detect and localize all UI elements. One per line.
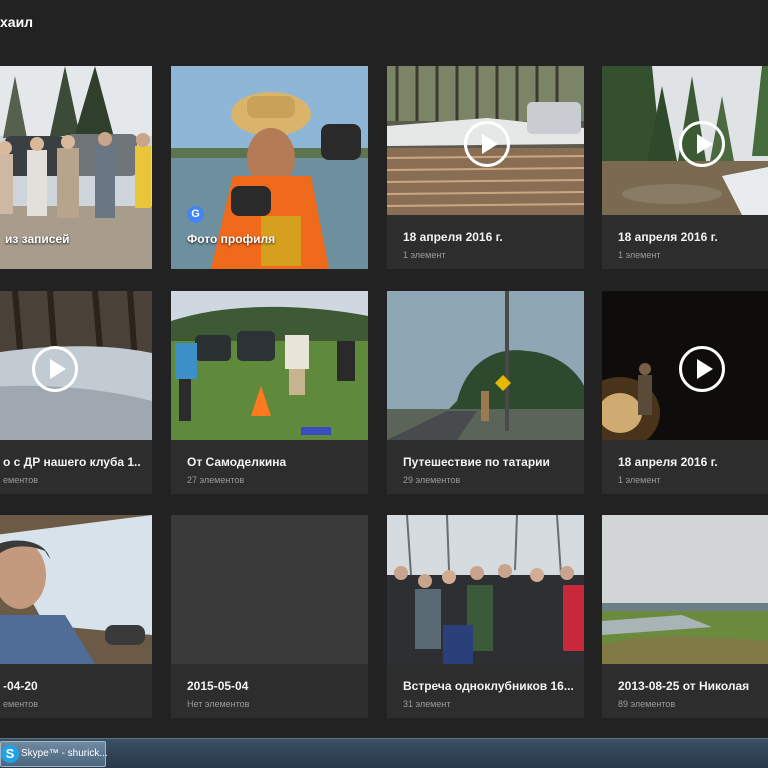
album-count: 89 элементов [618,699,676,709]
windows-taskbar: S Skype™ - shurick... [0,738,768,768]
album-count: 1 элемент [618,475,661,485]
album-card-04-20[interactable]: -04-20 ементов [0,515,152,718]
album-meta: о с ДР нашего клуба 1.. ементов [3,455,142,485]
photo-albums-app: хаил из записей G Фото профиля 18 апреля… [0,0,768,738]
album-count: 27 элементов [187,475,245,485]
album-card-2013-08-25[interactable]: 2013-08-25 от Николая 89 элементов [602,515,768,718]
album-thumbnail [171,291,368,440]
album-title: о с ДР нашего клуба 1.. [3,455,141,469]
album-count: 1 элемент [618,250,661,260]
skype-icon: S [1,745,19,763]
album-card-samodelkin[interactable]: От Самоделкина 27 элементов [171,291,368,494]
album-title: -04-20 [3,679,38,693]
album-title: Фото профиля [187,232,276,246]
album-meta: 18 апреля 2016 г. 1 элемент [618,230,768,260]
album-card-tatarstan-trip[interactable]: Путешествие по татарии 29 элементов [387,291,584,494]
album-title: От Самоделкина [187,455,287,469]
play-icon[interactable] [464,121,510,167]
album-thumbnail-empty [171,515,368,664]
album-count: ементов [3,699,38,709]
album-thumbnail [387,291,584,440]
album-count: ементов [3,475,38,485]
album-card-classmates-meeting[interactable]: Встреча одноклубников 16... 31 элемент [387,515,584,718]
album-meta: Путешествие по татарии 29 элементов [403,455,574,485]
play-icon[interactable] [32,346,78,392]
album-card-profile-photos[interactable]: G Фото профиля [171,66,368,269]
album-meta: 2015-05-04 Нет элементов [187,679,358,709]
album-card-club-birthday[interactable]: о с ДР нашего клуба 1.. ементов [0,291,152,494]
album-thumbnail [602,515,768,664]
album-count: 31 элемент [403,699,451,709]
taskbar-skype-button[interactable]: S Skype™ - shurick... [0,741,108,767]
album-card-video-3[interactable]: 18 апреля 2016 г. 1 элемент [602,291,768,494]
album-title: Встреча одноклубников 16... [403,679,574,693]
album-card-video-2[interactable]: 18 апреля 2016 г. 1 элемент [602,66,768,269]
album-title: 2015-05-04 [187,679,249,693]
album-card-2015-05-04[interactable]: 2015-05-04 Нет элементов [171,515,368,718]
album-title: 18 апреля 2016 г. [403,230,503,244]
album-meta: -04-20 ементов [3,679,142,709]
album-count: 1 элемент [403,250,446,260]
album-card-video-1[interactable]: 18 апреля 2016 г. 1 элемент [387,66,584,269]
album-title: 2013-08-25 от Николая [618,679,750,693]
album-card-records[interactable]: из записей [0,66,152,269]
album-meta: 18 апреля 2016 г. 1 элемент [618,455,768,485]
album-meta: Встреча одноклубников 16... 31 элемент [403,679,574,709]
album-title: из записей [5,232,70,246]
play-icon[interactable] [679,346,725,392]
page-title: хаил [0,14,34,30]
album-meta: От Самоделкина 27 элементов [187,455,358,485]
google-icon: G [187,206,204,223]
taskbar-skype-label: Skype™ - shurick... [21,748,108,759]
album-thumbnail [387,515,584,664]
album-title: 18 апреля 2016 г. [618,230,718,244]
play-icon[interactable] [679,121,725,167]
album-title: 18 апреля 2016 г. [618,455,718,469]
album-count: 29 элементов [403,475,461,485]
album-title: Путешествие по татарии [403,455,550,469]
album-thumbnail [0,515,152,664]
album-meta: 18 апреля 2016 г. 1 элемент [403,230,574,260]
album-count: Нет элементов [187,699,250,709]
album-meta: 2013-08-25 от Николая 89 элементов [618,679,768,709]
